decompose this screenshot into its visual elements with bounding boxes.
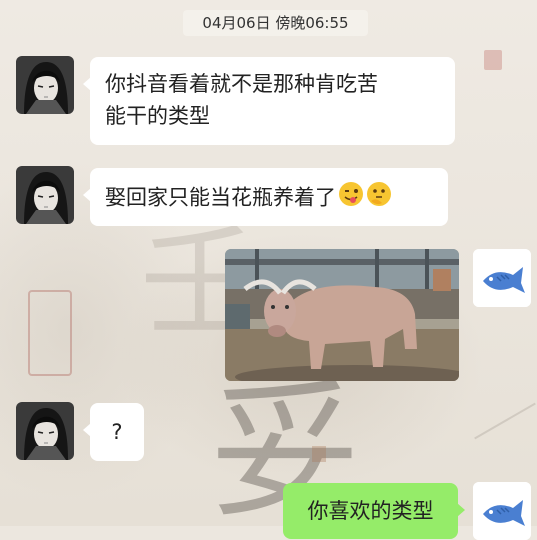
anime-girl-avatar-icon — [16, 402, 74, 460]
message-text: 你喜欢的类型 — [307, 499, 434, 523]
message-text: 你抖音看着就不是那种肯吃苦 — [105, 72, 378, 96]
outgoing-text-bubble[interactable]: 你喜欢的类型 — [283, 483, 465, 539]
wink-tongue-emoji — [338, 181, 364, 216]
incoming-text-bubble[interactable]: ? — [83, 403, 144, 461]
contact-avatar[interactable] — [16, 166, 74, 224]
thinking-emoji — [366, 181, 392, 216]
incoming-text-bubble[interactable]: 你抖音看着就不是那种肯吃苦 能干的类型 — [83, 57, 455, 145]
contact-avatar[interactable] — [16, 56, 74, 114]
contact-avatar[interactable] — [16, 402, 74, 460]
anime-girl-avatar-icon — [16, 56, 74, 114]
my-avatar[interactable] — [473, 482, 531, 540]
water-buffalo-photo[interactable] — [225, 249, 459, 381]
incoming-text-bubble[interactable]: 娶回家只能当花瓶养着了 — [83, 168, 448, 226]
background-seal — [28, 290, 72, 376]
buffalo-image — [225, 249, 459, 381]
background-seal — [312, 446, 326, 462]
anime-girl-avatar-icon — [16, 166, 74, 224]
message-text: ? — [111, 420, 123, 444]
blue-fish-avatar-icon — [473, 482, 531, 540]
blue-fish-avatar-icon — [473, 249, 531, 307]
my-avatar[interactable] — [473, 249, 531, 307]
background-seal — [484, 50, 502, 70]
message-text: 娶回家只能当花瓶养着了 — [105, 185, 336, 210]
message-timestamp: 04月06日 傍晚06:55 — [183, 10, 368, 36]
message-text: 能干的类型 — [105, 104, 210, 128]
